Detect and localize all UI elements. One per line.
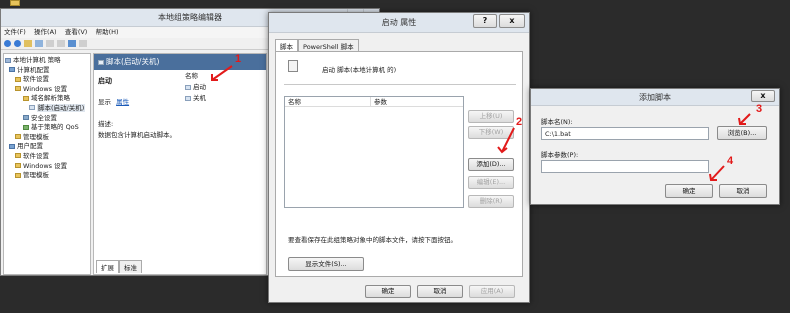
annotation-arrow-1 [211, 65, 233, 81]
annotation-layer [211, 65, 751, 181]
annotation-arrow-3 [738, 113, 751, 125]
annotation-label-4: 4 [727, 155, 734, 167]
annotation-arrow-4 [709, 165, 725, 181]
annotation-arrow-2 [497, 127, 515, 154]
annotation-label-2: 2 [516, 116, 523, 128]
annotation-label-3: 3 [756, 103, 763, 115]
annotation-label-1: 1 [235, 53, 242, 65]
